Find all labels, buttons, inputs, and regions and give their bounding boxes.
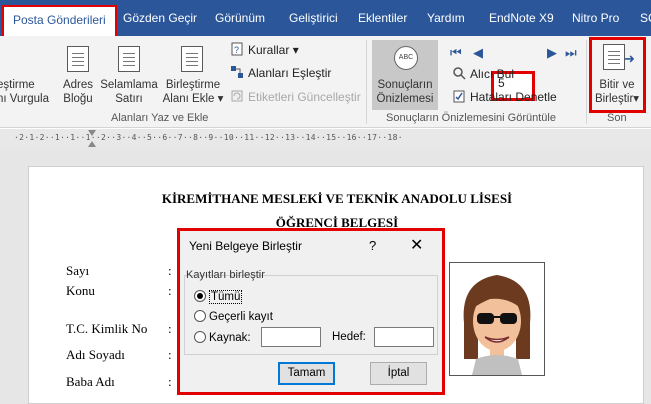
dropdown-arrow-icon: ▾	[214, 93, 224, 105]
rules-icon: ?	[230, 42, 244, 56]
check-errors-icon	[452, 89, 466, 103]
radio-from-range[interactable]: Kaynak:	[194, 331, 251, 344]
radio-selected-icon	[194, 290, 206, 302]
check-errors-button[interactable]: Hataları Denetle	[452, 89, 557, 104]
tab-yardim[interactable]: Yardım	[427, 11, 465, 25]
field-colon: :	[168, 374, 172, 389]
to-record-label: Hedef:	[332, 331, 366, 343]
radio-all-records[interactable]: Tümü	[194, 290, 243, 304]
group-separator	[586, 40, 587, 124]
greeting-line-icon	[118, 46, 140, 72]
find-recipient-button[interactable]: Alıcı Bul	[452, 66, 514, 81]
greeting-line-label-line1: Selamlama	[100, 79, 158, 91]
ruler-marks: ·2·1·2··1··1··1··2··3··4··5··6··7··8··9·…	[14, 133, 403, 142]
insert-merge-field-label-line1: Birleştirme	[165, 79, 221, 91]
preview-results-label-line2: Önizlemesi	[376, 93, 434, 105]
tab-eklentiler[interactable]: Eklentiler	[358, 11, 407, 25]
first-record-icon[interactable]: ⏮	[450, 46, 462, 59]
next-record-icon[interactable]: ▶	[547, 46, 557, 59]
rules-button[interactable]: ? Kurallar ▾	[230, 42, 299, 57]
update-labels-button[interactable]: Etiketleri Güncelleştir	[230, 89, 361, 104]
group-separator	[366, 40, 367, 124]
radio-empty-icon	[194, 310, 206, 322]
field-colon: :	[168, 347, 172, 362]
radio-current-record[interactable]: Geçerli kayıt	[194, 310, 273, 323]
first-line-indent-marker[interactable]	[88, 130, 96, 136]
field-label: Baba Adı	[66, 374, 115, 389]
field-label: Sayı	[66, 263, 90, 278]
field-colon: :	[168, 321, 172, 336]
tab-endnote[interactable]: EndNote X9	[489, 11, 554, 25]
hanging-indent-marker[interactable]	[88, 141, 96, 147]
find-recipient-icon	[452, 66, 466, 80]
svg-text:?: ?	[234, 45, 239, 55]
greeting-line-label-line2: Satırı	[115, 93, 143, 105]
merge-to-new-document-dialog: Yeni Belgeye Birleştir ? ✕ Kayıtları bir…	[177, 228, 445, 395]
field-colon: :	[168, 283, 172, 298]
tab-posta-gonderileri[interactable]: Posta Gönderileri	[2, 5, 117, 36]
preview-results-label-line1: Sonuçların	[377, 79, 433, 91]
ribbon-tab-bar: Posta Gönderileri Gözden Geçir Görünüm G…	[0, 0, 651, 36]
highlight-label-line1: eştirme	[0, 79, 35, 91]
insert-merge-field-icon	[181, 46, 203, 72]
address-block-label-line1: Adres	[62, 79, 94, 91]
radio-empty-icon	[194, 331, 206, 343]
from-record-input[interactable]	[261, 327, 321, 347]
dropdown-arrow-icon: ▾	[289, 43, 299, 57]
student-photo	[449, 262, 545, 376]
tab-gorunum[interactable]: Görünüm	[215, 11, 265, 25]
finish-merge-highlight	[589, 37, 646, 113]
tab-gelistirici[interactable]: Geliştirici	[289, 11, 338, 25]
highlight-label-line2: nı Vurgula	[0, 93, 49, 105]
match-fields-button[interactable]: Alanları Eşleştir	[230, 65, 331, 80]
preview-abc-icon: ABC	[394, 46, 418, 70]
match-fields-icon	[230, 65, 244, 79]
group-label-write-insert: Alanları Yaz ve Ekle	[111, 112, 209, 124]
tab-gozden-gecir[interactable]: Gözden Geçir	[123, 11, 197, 25]
avatar-cartoon-icon	[463, 275, 531, 375]
dialog-title: Yeni Belgeye Birleştir	[189, 239, 302, 253]
group-label-finish: Son	[607, 112, 627, 124]
field-label: Konu	[66, 283, 95, 298]
merge-records-legend: Kayıtları birleştir	[186, 269, 265, 281]
last-record-icon[interactable]: ⏭	[565, 46, 577, 59]
field-label: T.C. Kimlik No	[66, 321, 148, 336]
group-label-preview: Sonuçların Önizlemesini Görüntüle	[386, 112, 556, 124]
address-block-icon	[67, 46, 89, 72]
field-label: Adı Soyadı	[66, 347, 125, 362]
to-record-input[interactable]	[374, 327, 434, 347]
tab-sc[interactable]: SC	[640, 11, 651, 25]
tab-nitro-pro[interactable]: Nitro Pro	[572, 11, 619, 25]
ribbon: eştirme nı Vurgula Adres Bloğu Selamlama…	[0, 36, 651, 128]
insert-merge-field-label-line2: Alanı Ekle ▾	[162, 93, 224, 105]
close-icon[interactable]: ✕	[410, 235, 423, 255]
ok-button[interactable]: Tamam	[278, 362, 335, 385]
update-labels-icon	[230, 89, 244, 103]
cancel-button[interactable]: İptal	[370, 362, 427, 385]
previous-record-icon[interactable]: ◀	[473, 46, 483, 59]
school-name-heading: KİREMİTHANE MESLEKİ VE TEKNİK ANADOLU Lİ…	[161, 191, 513, 206]
help-button[interactable]: ?	[369, 238, 376, 253]
address-block-label-line2: Bloğu	[63, 93, 93, 105]
horizontal-ruler[interactable]: ·2·1·2··1··1··1··2··3··4··5··6··7··8··9·…	[0, 129, 651, 148]
field-colon: :	[168, 263, 172, 278]
preview-results-button[interactable]: ABC Sonuçların Önizlemesi	[372, 40, 438, 110]
